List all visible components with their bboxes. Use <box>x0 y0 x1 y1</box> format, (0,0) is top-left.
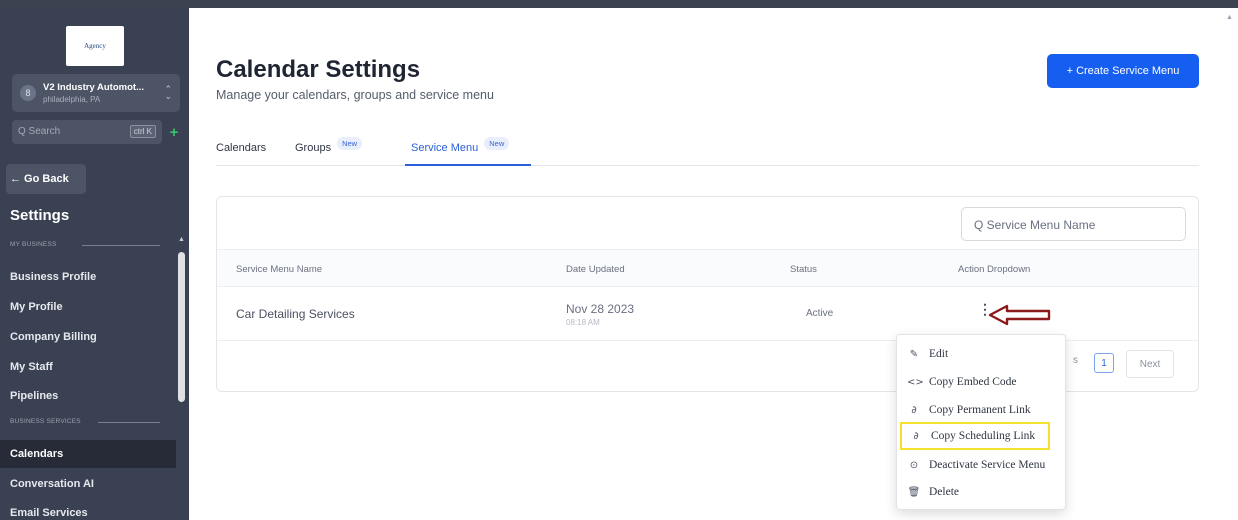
tab-calendars[interactable]: Calendars <box>216 142 266 154</box>
menu-item-label: Edit <box>929 348 949 360</box>
search-placeholder: Q Service Menu Name <box>974 218 1096 232</box>
menu-item-copy-scheduling-link[interactable]: ∂ Copy Scheduling Link <box>900 422 1050 450</box>
sidebar-item-my-staff[interactable]: My Staff <box>0 353 176 381</box>
top-border <box>0 0 1238 8</box>
pagination-page-1[interactable]: 1 <box>1094 353 1114 373</box>
table-row[interactable]: Car Detailing Services Nov 28 2023 08:18… <box>217 287 1198 341</box>
link-icon: ∂ <box>913 430 919 442</box>
service-menu-name[interactable]: Car Detailing Services <box>236 307 355 321</box>
go-back-button[interactable]: ← Go Back <box>6 164 86 194</box>
menu-item-label: Copy Permanent Link <box>929 404 1031 416</box>
deactivate-icon: ⊙ <box>909 459 919 471</box>
sidebar: Agency 8 V2 Industry Automot... philadel… <box>0 8 189 520</box>
menu-item-label: Copy Scheduling Link <box>931 430 1036 442</box>
pagination-next-button[interactable]: Next <box>1126 350 1174 378</box>
sidebar-item-label: Email Services <box>10 507 88 519</box>
agency-logo[interactable]: Agency <box>66 26 124 66</box>
column-header-date: Date Updated <box>566 264 625 275</box>
link-icon: ∂ <box>911 404 917 416</box>
sidebar-item-company-billing[interactable]: Company Billing <box>0 323 176 351</box>
column-header-name: Service Menu Name <box>236 264 323 275</box>
page-scroll-up-icon[interactable]: ▲ <box>1226 14 1233 21</box>
logo-text: Agency <box>84 42 106 50</box>
active-tab-indicator <box>405 164 531 166</box>
sidebar-item-label: Company Billing <box>10 331 97 343</box>
sidebar-item-pipelines[interactable]: Pipelines <box>0 382 176 410</box>
menu-item-delete[interactable]: 🗑 Delete <box>897 478 1065 506</box>
menu-item-copy-permanent-link[interactable]: ∂ Copy Permanent Link <box>897 396 1065 424</box>
sidebar-item-label: My Profile <box>10 301 63 313</box>
sidebar-item-label: My Staff <box>10 361 53 373</box>
page-subtitle: Manage your calendars, groups and servic… <box>216 88 494 102</box>
section-my-business: MY BUSINESS <box>10 241 160 248</box>
tab-label: Groups <box>295 142 332 154</box>
new-badge: New <box>484 137 510 150</box>
sidebar-item-business-profile[interactable]: Business Profile <box>0 263 176 291</box>
sidebar-item-email-services[interactable]: Email Services <box>0 499 176 520</box>
tab-groups[interactable]: Groups New <box>295 137 363 155</box>
sidebar-item-label: Business Profile <box>10 271 97 283</box>
tab-label: Service Menu <box>411 142 479 154</box>
section-divider <box>82 245 160 246</box>
service-menu-search-input[interactable]: Q Service Menu Name <box>961 207 1186 241</box>
section-business-services: BUSINESS SERVICES <box>10 418 160 425</box>
trash-icon: 🗑 <box>907 486 921 498</box>
menu-item-label: Copy Embed Code <box>929 376 1017 388</box>
menu-item-edit[interactable]: ✎ Edit <box>897 340 1065 368</box>
column-header-action: Action Dropdown <box>958 264 1031 275</box>
action-dropdown-menu: ✎ Edit <> Copy Embed Code ∂ Copy Permanent … <box>896 334 1066 510</box>
chevron-updown-icon: ⌃ ⌄ <box>164 84 172 101</box>
account-avatar: 8 <box>20 85 36 101</box>
menu-item-copy-embed-code[interactable]: <> Copy Embed Code <box>897 368 1065 396</box>
sidebar-item-label: Conversation AI <box>10 478 94 490</box>
sidebar-item-conversation-ai[interactable]: Conversation AI <box>0 470 176 498</box>
sidebar-scrollbar[interactable]: ▲ <box>176 236 189 520</box>
column-header-status: Status <box>790 264 817 275</box>
tab-bar: Calendars Groups New Service Menu New <box>216 130 1199 166</box>
account-name: V2 Industry Automot... <box>43 82 144 93</box>
section-label: MY BUSINESS <box>10 241 57 248</box>
pencil-icon: ✎ <box>909 348 919 360</box>
section-divider <box>98 422 160 423</box>
search-shortcut-badge: ctrl K <box>129 125 156 138</box>
code-icon: <> <box>907 376 924 388</box>
sidebar-item-label: Pipelines <box>10 390 59 402</box>
menu-item-deactivate-service-menu[interactable]: ⊙ Deactivate Service Menu <box>897 451 1065 479</box>
sidebar-search-placeholder: Q Search <box>18 126 61 137</box>
sidebar-item-my-profile[interactable]: My Profile <box>0 293 176 321</box>
section-label: BUSINESS SERVICES <box>10 418 81 425</box>
pagination-previous[interactable]: s <box>1073 355 1078 366</box>
tab-label: Calendars <box>216 142 267 154</box>
menu-item-label: Deactivate Service Menu <box>929 459 1046 471</box>
time-updated: 08:18 AM <box>566 318 600 327</box>
status-text: Active <box>806 308 834 319</box>
page-title: Calendar Settings <box>216 56 421 83</box>
new-badge: New <box>337 137 363 150</box>
create-service-menu-button[interactable]: + Create Service Menu <box>1047 54 1199 88</box>
account-location: philadelphia, PA <box>43 95 101 104</box>
sidebar-scroll-thumb[interactable] <box>178 252 185 402</box>
scroll-up-icon[interactable]: ▲ <box>178 236 185 243</box>
tab-service-menu[interactable]: Service Menu New <box>411 137 510 155</box>
sidebar-search-input[interactable]: Q Search ctrl K <box>12 120 162 144</box>
menu-item-label: Delete <box>929 486 960 498</box>
account-switcher[interactable]: 8 V2 Industry Automot... philadelphia, P… <box>12 74 180 112</box>
date-updated: Nov 28 2023 <box>566 302 635 316</box>
annotation-arrow-icon <box>988 304 1051 326</box>
sidebar-item-label: Calendars <box>10 448 64 460</box>
quick-add-icon[interactable]: + <box>166 120 182 144</box>
sidebar-item-calendars[interactable]: Calendars <box>0 440 176 468</box>
settings-title: Settings <box>10 207 70 224</box>
table-header: Service Menu Name Date Updated Status Ac… <box>217 249 1198 287</box>
